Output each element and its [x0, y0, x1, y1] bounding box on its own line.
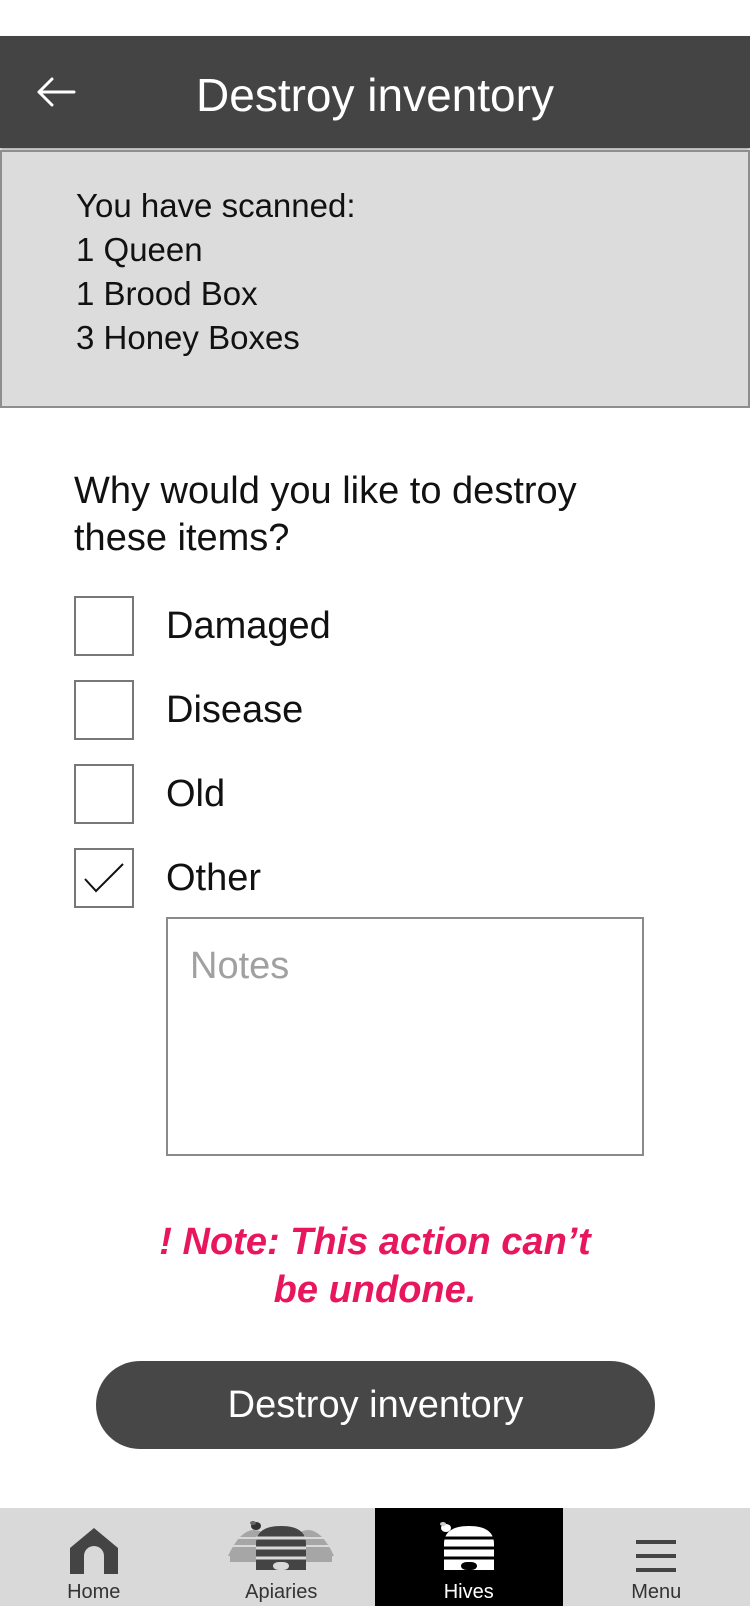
tab-label: Home: [67, 1581, 121, 1603]
tab-label: Menu: [631, 1581, 682, 1603]
checkbox-old[interactable]: [74, 764, 134, 824]
destroy-reason-question: Why would you like to destroy these item…: [74, 470, 577, 559]
option-label: Damaged: [166, 605, 331, 647]
warning-line: be undone.: [273, 1269, 477, 1311]
option-label: Other: [166, 857, 262, 899]
notes-field[interactable]: [166, 917, 644, 1156]
destroy-inventory-button[interactable]: Destroy inventory: [96, 1361, 655, 1449]
scanned-item: 1 Brood Box: [76, 275, 258, 312]
tab-menu[interactable]: Menu: [563, 1508, 750, 1606]
option-other[interactable]: Other: [74, 848, 594, 908]
apiaries-icon: [228, 1521, 335, 1570]
scanned-summary: You have scanned: 1 Queen 1 Brood Box 3 …: [0, 150, 750, 408]
bottom-tab-bar: Home Apiaries Hives Menu: [0, 1508, 750, 1606]
page-title: Destroy inventory: [196, 69, 554, 121]
hive-icon: [439, 1522, 494, 1570]
scanned-item: 3 Honey Boxes: [76, 319, 300, 356]
tab-apiaries[interactable]: Apiaries: [188, 1508, 376, 1606]
option-damaged[interactable]: Damaged: [74, 596, 594, 656]
checkbox-other[interactable]: [74, 848, 134, 908]
checkbox-disease[interactable]: [74, 680, 134, 740]
app-header: Destroy inventory: [0, 36, 750, 148]
warning-message: ! Note: This action can’t be undone.: [0, 1218, 750, 1314]
tab-hives[interactable]: Hives: [375, 1508, 563, 1606]
arrow-left-icon: [37, 77, 76, 107]
scanned-intro: You have scanned:: [76, 187, 356, 224]
scanned-item: 1 Queen: [76, 231, 203, 268]
checkbox-damaged[interactable]: [74, 596, 134, 656]
option-label: Old: [166, 773, 226, 815]
option-label: Disease: [166, 689, 304, 731]
destroy-inventory-screen: Destroy inventory You have scanned: 1 Qu…: [0, 0, 750, 1606]
checkmark-icon: [84, 863, 124, 893]
home-icon: [69, 1528, 118, 1574]
tab-home[interactable]: Home: [0, 1508, 188, 1606]
menu-icon: [636, 1540, 677, 1572]
tab-label: Hives: [443, 1581, 494, 1603]
warning-line: ! Note: This action can’t: [159, 1221, 591, 1263]
back-button[interactable]: [28, 64, 84, 120]
option-old[interactable]: Old: [74, 764, 594, 824]
tab-label: Apiaries: [245, 1581, 318, 1603]
option-disease[interactable]: Disease: [74, 680, 594, 740]
